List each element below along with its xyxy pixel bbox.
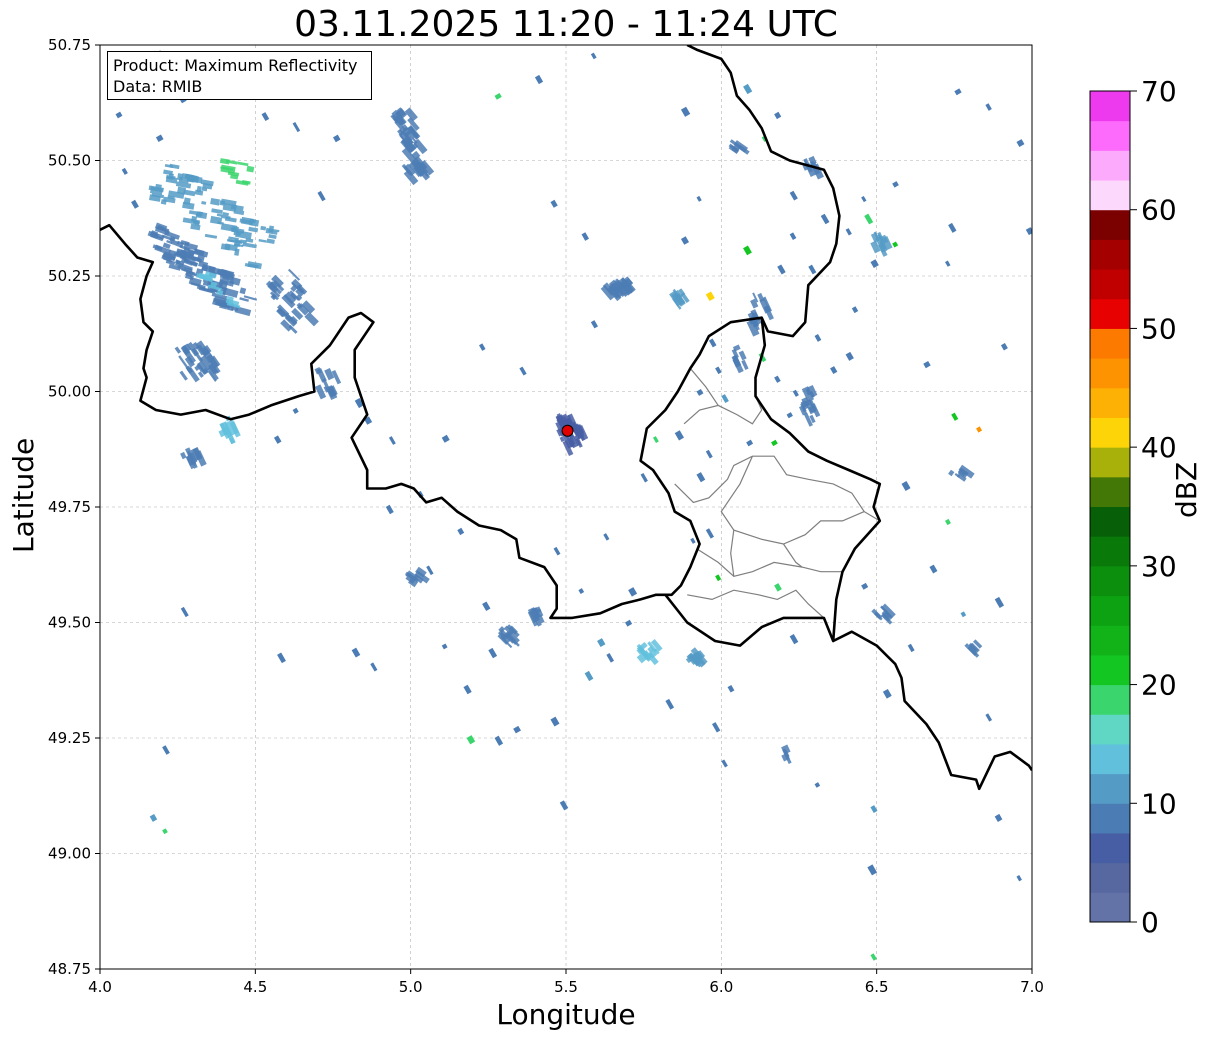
colorbar-segment [1090, 120, 1130, 151]
colorbar-segment [1090, 476, 1130, 507]
colorbar-segment [1090, 506, 1130, 537]
colorbar-tick-label: 40 [1141, 431, 1177, 464]
colorbar-tick-label: 50 [1141, 312, 1177, 345]
colorbar-segment [1090, 595, 1130, 626]
data-source-label: Data: RMIB [113, 77, 203, 96]
colorbar-tick-label: 60 [1141, 194, 1177, 227]
colorbar: 0 10 20 30 40 50 60 70 [1089, 75, 1177, 939]
y-tick-label: 50.25 [48, 267, 91, 285]
product-info-box: Product: Maximum Reflectivity Data: RMIB [107, 51, 372, 100]
colorbar-segment [1090, 536, 1130, 567]
x-tick-label: 6.5 [865, 978, 889, 996]
x-tick-label: 5.0 [399, 978, 423, 996]
y-axis-label: Latitude [7, 437, 40, 553]
colorbar-segment [1090, 387, 1130, 418]
product-label: Product: Maximum Reflectivity [113, 56, 358, 75]
radar-site-dot [561, 424, 574, 437]
colorbar-segment [1090, 862, 1130, 893]
colorbar-tick-label: 70 [1141, 75, 1177, 108]
x-tick-label: 5.5 [554, 978, 578, 996]
radar-site-marker [561, 424, 574, 437]
colorbar-tick-label: 10 [1141, 787, 1177, 820]
y-tick-label: 50.75 [48, 36, 91, 54]
colorbar-tick-label: 30 [1141, 550, 1177, 583]
echo-pixel [191, 215, 198, 223]
echo-pixel [197, 211, 204, 217]
colorbar-segment [1090, 358, 1130, 389]
x-tick-label: 7.0 [1020, 978, 1044, 996]
chart-title: 03.11.2025 11:20 - 11:24 UTC [294, 4, 838, 45]
colorbar-segment [1090, 684, 1130, 715]
colorbar-segment [1090, 447, 1130, 478]
colorbar-segment [1090, 328, 1130, 359]
colorbar-tick-label: 0 [1141, 906, 1159, 939]
y-tick-label: 49.00 [48, 845, 91, 863]
colorbar-segment [1090, 743, 1130, 775]
colorbar-segment [1090, 239, 1130, 270]
echo-pixel [246, 165, 255, 173]
colorbar-segment [1090, 892, 1130, 923]
colorbar-segment [1090, 773, 1130, 804]
y-tick-label: 48.75 [48, 960, 91, 978]
x-axis-label: Longitude [496, 998, 636, 1031]
radar-figure: 4.0 4.5 5.0 5.5 6.0 6.5 7.0 48.75 49.00 49.25 49.5… [0, 0, 1219, 1040]
colorbar-segment [1090, 209, 1130, 240]
x-tick-label: 4.0 [88, 978, 112, 996]
colorbar-tick-label: 20 [1141, 669, 1177, 702]
colorbar-segment [1090, 417, 1130, 448]
colorbar-segment [1090, 832, 1130, 864]
colorbar-segment [1090, 803, 1130, 834]
colorbar-segment [1090, 180, 1130, 211]
x-tick-label: 4.5 [243, 978, 267, 996]
colorbar-segment [1090, 565, 1130, 597]
plot-canvas: 4.0 4.5 5.0 5.5 6.0 6.5 7.0 48.75 49.00 49.25 49.5… [48, 36, 1177, 996]
colorbar-segment [1090, 654, 1130, 686]
colorbar-segment [1090, 91, 1130, 122]
colorbar-segment [1090, 269, 1130, 300]
y-tick-label: 49.75 [48, 498, 91, 516]
colorbar-segment [1090, 298, 1130, 329]
y-tick-label: 50.00 [48, 383, 91, 401]
colorbar-label: dBZ [1170, 461, 1203, 518]
colorbar-segment [1090, 150, 1130, 181]
y-tick-label: 50.50 [48, 152, 91, 170]
y-tick-label: 49.50 [48, 614, 91, 632]
colorbar-segment [1090, 714, 1130, 745]
colorbar-segment [1090, 625, 1130, 656]
y-tick-label: 49.25 [48, 729, 91, 747]
x-tick-label: 6.0 [709, 978, 733, 996]
